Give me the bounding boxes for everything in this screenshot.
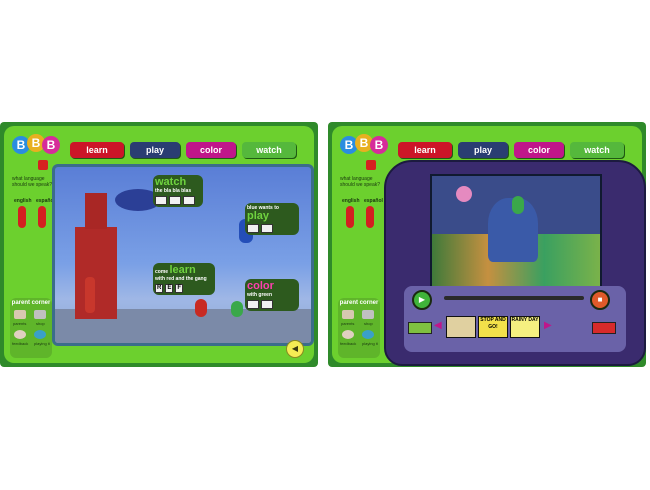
feedback-icon[interactable]: [14, 330, 26, 339]
playing-it-link[interactable]: playing it: [362, 341, 378, 346]
watch-bubble-text: the bla bla blas: [155, 188, 192, 194]
tv-player: ▶ ■ ◀ STOP AND GO! RAINY DAY ▶: [384, 160, 646, 366]
shop-link[interactable]: shop: [36, 321, 45, 326]
logo-letter-3: B: [370, 136, 388, 154]
play-button-icon[interactable]: ▶: [412, 290, 432, 310]
left-app-panel: B B B learn play color watch what langua…: [0, 122, 318, 367]
parent-corner: parent corner parents shop feedback play…: [10, 298, 52, 358]
play-bubble[interactable]: blue wants to play: [245, 203, 299, 235]
learn-scene: watch the bla bla blas blue wants to pla…: [52, 164, 314, 346]
language-english-label[interactable]: english: [14, 198, 32, 204]
green-rider-character: [512, 196, 524, 214]
parent-corner-title: parent corner: [11, 300, 51, 306]
parent-corner-title: parent corner: [339, 300, 379, 306]
tab-watch[interactable]: watch: [242, 142, 296, 158]
language-english-label[interactable]: english: [342, 198, 360, 204]
building-tower: [85, 193, 107, 229]
watch-bubble-title: watch: [155, 176, 187, 188]
learn-bubble[interactable]: come learn with red and the gang R E F: [153, 263, 215, 295]
parents-icon[interactable]: [14, 310, 26, 319]
parents-icon[interactable]: [342, 310, 354, 319]
video-thumbnail-1[interactable]: [446, 316, 476, 338]
language-question: what language should we speak?: [340, 176, 381, 188]
learn-bubble-pre: come: [155, 269, 169, 275]
color-bubble[interactable]: color with green: [245, 279, 299, 311]
video-screen[interactable]: [430, 174, 602, 288]
shop-link[interactable]: shop: [364, 321, 373, 326]
color-bubble-text: with green: [247, 292, 273, 298]
sound-icon[interactable]: ◀: [286, 340, 304, 358]
playing-it-icon[interactable]: [362, 330, 374, 339]
next-video-button[interactable]: [592, 322, 616, 334]
tab-play[interactable]: play: [130, 142, 180, 158]
left-panel-background: B B B learn play color watch what langua…: [4, 126, 314, 363]
player-controls: ▶ ■ ◀ STOP AND GO! RAINY DAY ▶: [404, 286, 626, 352]
language-selector: what language should we speak? english e…: [12, 176, 55, 236]
boy-character[interactable]: [85, 277, 95, 313]
feedback-link[interactable]: feedback: [340, 341, 356, 346]
prev-video-button[interactable]: [408, 322, 432, 334]
green-character[interactable]: [231, 301, 243, 317]
home-icon: [366, 160, 376, 170]
tab-learn[interactable]: learn: [70, 142, 124, 158]
video-thumbnail-2[interactable]: STOP AND GO!: [478, 316, 508, 338]
feedback-link[interactable]: feedback: [12, 341, 28, 346]
home-icon: [38, 160, 48, 170]
color-bubble-title: color: [247, 280, 274, 292]
red-building[interactable]: [75, 227, 117, 319]
right-panel-background: B B B learn play color watch what langua…: [332, 126, 646, 366]
letter-card-e: E: [165, 284, 174, 293]
learn-bubble-text: with red and the gang: [155, 276, 207, 282]
play-bubble-title: play: [247, 210, 270, 222]
shop-icon[interactable]: [362, 310, 374, 319]
red-character[interactable]: [195, 299, 207, 317]
red-character-icon-2[interactable]: [38, 206, 46, 228]
bbb-logo-home-button[interactable]: B B B: [12, 134, 64, 170]
letter-card-r: R: [155, 284, 164, 293]
bbb-logo-home-button-2[interactable]: B B B: [340, 134, 392, 170]
right-app-panel: B B B learn play color watch what langua…: [328, 122, 646, 367]
planet-icon: [456, 186, 472, 202]
language-question: what language should we speak?: [12, 176, 53, 188]
learn-bubble-title: learn: [169, 264, 196, 276]
tab-color[interactable]: color: [186, 142, 236, 158]
scroll-left-icon[interactable]: ◀: [434, 320, 442, 331]
red-character-icon[interactable]: [18, 206, 26, 228]
parent-corner: parent corner parents shop feedback play…: [338, 298, 380, 358]
tab-play[interactable]: play: [458, 142, 508, 158]
progress-track[interactable]: [444, 296, 584, 300]
playing-it-icon[interactable]: [34, 330, 46, 339]
red-character-icon-2[interactable]: [366, 206, 374, 228]
letter-card-f: F: [175, 284, 184, 293]
tab-color[interactable]: color: [514, 142, 564, 158]
tab-watch[interactable]: watch: [570, 142, 624, 158]
tab-learn[interactable]: learn: [398, 142, 452, 158]
parents-link[interactable]: parents: [13, 321, 26, 326]
stop-button-icon[interactable]: ■: [590, 290, 610, 310]
parents-link[interactable]: parents: [341, 321, 354, 326]
watch-bubble[interactable]: watch the bla bla blas: [153, 175, 203, 207]
playing-it-link[interactable]: playing it: [34, 341, 50, 346]
shop-icon[interactable]: [34, 310, 46, 319]
video-thumbnail-3[interactable]: RAINY DAY: [510, 316, 540, 338]
feedback-icon[interactable]: [342, 330, 354, 339]
language-espanol-label[interactable]: español: [364, 198, 383, 204]
language-selector: what language should we speak? english e…: [340, 176, 383, 236]
scroll-right-icon[interactable]: ▶: [544, 320, 552, 331]
logo-letter-3: B: [42, 136, 60, 154]
red-character-icon[interactable]: [346, 206, 354, 228]
